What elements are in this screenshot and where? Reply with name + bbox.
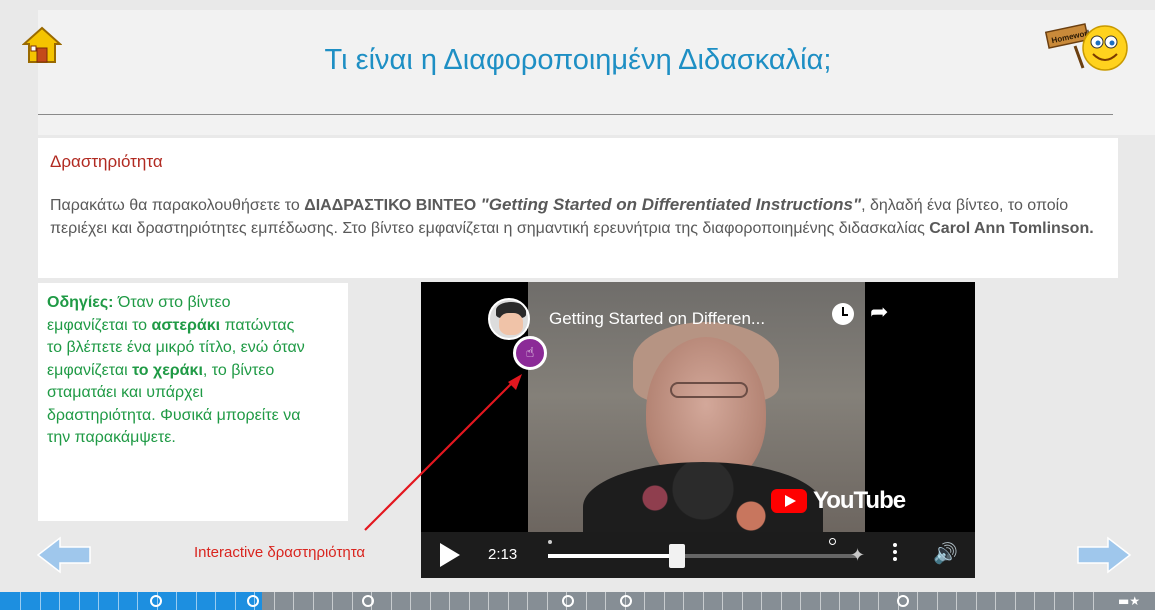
progress-segment — [644, 592, 645, 610]
play-icon[interactable] — [440, 543, 460, 567]
progress-checkpoint[interactable] — [897, 595, 909, 607]
progress-segment — [98, 592, 99, 610]
star-icon[interactable]: ✦ — [850, 545, 865, 566]
activity-description: Παρακάτω θα παρακολουθήσετε το ΔΙΑΔΡΑΣΤΙ… — [50, 193, 1112, 240]
progress-segment — [137, 592, 138, 610]
progress-segment — [20, 592, 21, 610]
progress-segment — [410, 592, 411, 610]
progress-segment — [546, 592, 548, 610]
avatar-face — [499, 313, 523, 335]
progress-segment — [956, 592, 957, 610]
progress-segment — [1014, 592, 1016, 610]
instructions-hand-word: το χεράκι — [132, 361, 203, 379]
seek-marker-end — [829, 538, 836, 545]
seek-handle[interactable] — [669, 544, 685, 568]
progress-segment — [839, 592, 840, 610]
progress-segment — [488, 592, 489, 610]
seek-progress — [548, 554, 676, 558]
activity-video-name: "Getting Started on Differentiated Instr… — [480, 195, 862, 214]
progress-segment — [527, 592, 528, 610]
progress-segment — [332, 592, 333, 610]
progress-checkpoint[interactable] — [150, 595, 162, 607]
progress-segment — [683, 592, 684, 610]
progress-segment — [663, 592, 665, 610]
share-icon[interactable]: ➦ — [870, 300, 888, 325]
progress-segment — [117, 592, 119, 610]
channel-avatar[interactable] — [488, 298, 530, 340]
progress-segment — [273, 592, 275, 610]
progress-segment — [78, 592, 80, 610]
instructions-star-word: αστεράκι — [151, 316, 221, 334]
progress-segment — [1034, 592, 1035, 610]
activity-text-1: Παρακάτω θα παρακολουθήσετε το — [50, 197, 305, 214]
progress-segment — [468, 592, 470, 610]
progress-segment — [1073, 592, 1074, 610]
progress-checkpoint[interactable] — [562, 595, 574, 607]
progress-segment — [800, 592, 801, 610]
progress-segment — [975, 592, 977, 610]
progress-segment — [780, 592, 782, 610]
progress-segment — [1092, 592, 1094, 610]
progress-segment — [351, 592, 353, 610]
course-progress-bar[interactable]: ▬★ — [0, 592, 1155, 610]
progress-segment — [702, 592, 704, 610]
youtube-logo[interactable]: YouTube — [771, 487, 906, 515]
progress-segment — [507, 592, 509, 610]
progress-segment — [936, 592, 938, 610]
progress-segment — [605, 592, 606, 610]
progress-segment — [819, 592, 821, 610]
seek-marker-start — [548, 540, 552, 544]
homework-smiley-icon[interactable]: Homework — [1044, 18, 1135, 78]
clock-icon[interactable] — [832, 303, 854, 325]
progress-segment — [761, 592, 762, 610]
progress-segment — [293, 592, 294, 610]
progress-segment — [429, 592, 431, 610]
speaker-glasses — [670, 382, 748, 398]
arrow-left-icon[interactable] — [36, 536, 92, 579]
activity-title: Δραστηριότητα — [50, 152, 163, 171]
activity-researcher: Carol Ann Tomlinson. — [929, 220, 1094, 237]
title-divider — [38, 114, 1113, 115]
annotation-label: Interactive δραστηριότητα — [194, 544, 366, 561]
progress-segment — [917, 592, 918, 610]
volume-icon[interactable]: 🔊 — [933, 541, 958, 565]
progress-segment — [741, 592, 743, 610]
progress-segment — [722, 592, 723, 610]
progress-segment — [39, 592, 41, 610]
progress-segment — [234, 592, 236, 610]
progress-segment — [858, 592, 860, 610]
progress-segment — [215, 592, 216, 610]
current-time: 2:13 — [488, 546, 518, 563]
more-vert-icon[interactable] — [893, 543, 897, 565]
progress-segment — [449, 592, 450, 610]
progress-segment — [59, 592, 60, 610]
progress-checkpoint[interactable] — [247, 595, 259, 607]
instructions-text: Οδηγίες: Όταν στο βίντεο εμφανίζεται το … — [47, 292, 307, 450]
activity-video-label: ΔΙΑΔΡΑΣΤΙΚΟ ΒΙΝΤΕΟ — [304, 197, 477, 214]
progress-segment — [195, 592, 197, 610]
progress-segment — [176, 592, 177, 610]
home-icon[interactable] — [21, 26, 63, 64]
progress-segment — [585, 592, 587, 610]
instructions-label: Οδηγίες: — [47, 294, 114, 311]
progress-segment — [878, 592, 879, 610]
progress-segment — [312, 592, 314, 610]
youtube-brand-text: YouTube — [813, 487, 906, 514]
progress-segment — [1053, 592, 1055, 610]
arrow-right-icon[interactable] — [1076, 536, 1132, 579]
annotation-arrow — [364, 374, 522, 531]
progress-checkpoint[interactable] — [620, 595, 632, 607]
progress-segment — [995, 592, 996, 610]
video-title[interactable]: Getting Started on Differen... — [549, 309, 765, 329]
progress-end-star-icon[interactable]: ▬★ — [1118, 592, 1140, 610]
page-title: Τι είναι η Διαφοροποιημένη Διδασκαλία; — [324, 44, 832, 76]
hand-pointer-icon[interactable]: ☝ — [513, 336, 547, 370]
progress-segment — [390, 592, 392, 610]
progress-checkpoint[interactable] — [362, 595, 374, 607]
youtube-play-icon — [771, 489, 807, 513]
